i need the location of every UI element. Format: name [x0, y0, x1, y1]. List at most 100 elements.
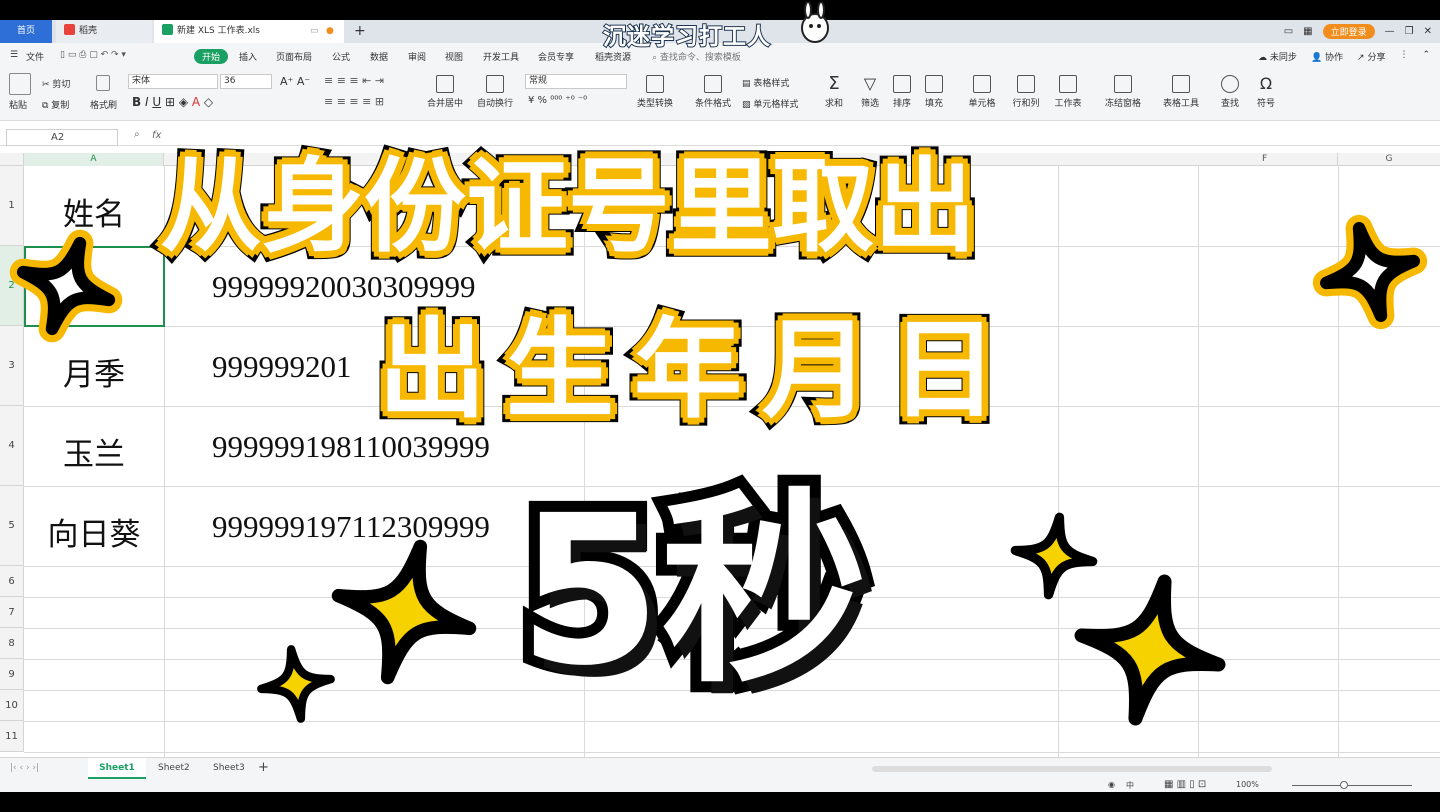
sheet-tab-2[interactable]: Sheet2	[158, 763, 190, 773]
merge-center-button[interactable]: 合并居中	[422, 75, 468, 109]
number-format-select[interactable]: 常规	[525, 74, 627, 89]
minimize-icon[interactable]: —	[1385, 26, 1395, 37]
zoom-slider-thumb[interactable]	[1340, 781, 1348, 789]
apps-icon[interactable]: ▦	[1303, 26, 1312, 37]
conditional-format-label: 条件格式	[694, 99, 731, 109]
name-box[interactable]: A2	[6, 129, 118, 146]
menu-dev-tools[interactable]: 开发工具	[483, 50, 519, 63]
menu-data[interactable]: 数据	[370, 50, 388, 63]
font-grow-shrink[interactable]: A⁺ A⁻	[280, 75, 310, 88]
cell-style-button[interactable]: ▧ 单元格样式	[742, 97, 798, 110]
align-top-buttons[interactable]: ≡ ≡ ≡ ⇤ ⇥	[324, 74, 384, 87]
tab-document[interactable]: 新建 XLS 工作表.xls ▭ ●	[154, 20, 344, 43]
column-header-f[interactable]: F	[1198, 153, 1338, 166]
menu-start[interactable]: 开始	[194, 49, 229, 64]
zoom-search-icon[interactable]: ⌕	[134, 129, 140, 140]
cell-a1[interactable]: 姓名	[24, 189, 164, 234]
font-style-buttons[interactable]: B I U ⊞ ◈ A ◇	[132, 95, 213, 109]
spreadsheet-app: 首页 稻壳 新建 XLS 工作表.xls ▭ ● + ▭ ▦ 立即登录 — ❐ …	[0, 0, 1440, 812]
conditional-format-button[interactable]: 条件格式	[690, 75, 736, 109]
menu-file[interactable]: 文件	[26, 50, 44, 63]
menu-daoke-resources[interactable]: 稻壳资源	[595, 50, 631, 63]
fill-button[interactable]: 填充	[914, 75, 954, 109]
view-mode-buttons[interactable]: ▦ ▥ ▯ ⊡	[1164, 779, 1206, 790]
maximize-icon[interactable]: ❐	[1405, 26, 1414, 37]
share-button[interactable]: ↗ 分享	[1357, 50, 1385, 63]
column-header-g[interactable]: G	[1338, 153, 1440, 166]
command-search[interactable]: ⌕ 查找命令、搜索模板	[652, 50, 741, 63]
eye-icon[interactable]: ◉	[1108, 780, 1115, 789]
sum-button[interactable]: Σ 求和	[814, 75, 854, 110]
font-select[interactable]: 宋体	[128, 74, 218, 89]
worksheet-button[interactable]: 工作表	[1046, 75, 1090, 109]
row-header-7[interactable]: 7	[0, 597, 24, 628]
paste-icon[interactable]	[9, 73, 31, 95]
format-painter-icon[interactable]	[96, 75, 110, 91]
cell-b4[interactable]: 999999198110039999	[212, 429, 490, 465]
row-header-3[interactable]: 3	[0, 326, 24, 406]
copy-button[interactable]: ⧉ 复制	[42, 98, 69, 111]
login-button[interactable]: 立即登录	[1322, 24, 1375, 39]
row-header-1[interactable]: 1	[0, 166, 24, 246]
row-header-8[interactable]: 8	[0, 628, 24, 659]
window-restore-icon[interactable]: ▭	[310, 20, 319, 43]
wrap-text-button[interactable]: 自动换行	[472, 75, 518, 109]
menu-review[interactable]: 审阅	[408, 50, 426, 63]
tab-home[interactable]: 首页	[0, 20, 52, 43]
font-size-select[interactable]: 36	[220, 74, 272, 89]
collapse-icon[interactable]: ⌃	[1422, 50, 1430, 63]
format-painter-button[interactable]: 格式刷	[90, 98, 117, 111]
number-buttons[interactable]: ¥ % ⁰⁰⁰ ⁺⁰ ⁻⁰	[528, 95, 587, 106]
collab-button[interactable]: 👤 协作	[1311, 50, 1343, 63]
row-col-button[interactable]: 行和列	[1004, 75, 1048, 109]
fx-button[interactable]: fx	[152, 130, 161, 141]
horizontal-scrollbar[interactable]	[872, 766, 1272, 772]
cell-a4[interactable]: 玉兰	[24, 429, 164, 474]
row-header-10[interactable]: 10	[0, 690, 24, 721]
ime-indicator[interactable]: 中	[1126, 780, 1134, 791]
find-button[interactable]: 查找	[1210, 75, 1250, 109]
row-header-4[interactable]: 4	[0, 406, 24, 486]
row-header-2[interactable]: 2	[0, 246, 24, 326]
column-header-a[interactable]: A	[24, 153, 164, 166]
quick-access-icons[interactable]: ▯ ▭ ⎙ ▢ ↶ ↷ ▾	[60, 50, 126, 60]
menu-page-layout[interactable]: 页面布局	[276, 50, 312, 63]
worksheet-grid[interactable]: A F G 1 2 3 4 5 6 7 8 9 10 11 姓名 月季 玉兰 向…	[0, 147, 1440, 757]
type-convert-button[interactable]: 类型转换	[630, 75, 680, 109]
zoom-level[interactable]: 100%	[1236, 780, 1259, 789]
more-icon[interactable]: ⋮	[1399, 50, 1408, 63]
row-header-6[interactable]: 6	[0, 566, 24, 597]
menu-formula[interactable]: 公式	[332, 50, 350, 63]
symbol-button[interactable]: Ω 符号	[1246, 75, 1286, 110]
tab-daoke[interactable]: 稻壳	[56, 20, 152, 43]
zoom-slider[interactable]	[1292, 785, 1412, 786]
cell-b5[interactable]: 999999197112309999	[212, 509, 490, 545]
paste-button[interactable]: 粘贴	[9, 98, 27, 111]
add-sheet-button[interactable]: +	[258, 760, 269, 775]
table-tools-button[interactable]: 表格工具	[1156, 75, 1206, 109]
freeze-panes-button[interactable]: 冻结窗格	[1098, 75, 1148, 109]
table-style-button[interactable]: ▤ 表格样式	[742, 76, 789, 89]
layout-icon[interactable]: ▭	[1284, 26, 1293, 37]
sheet-tab-1[interactable]: Sheet1	[88, 758, 146, 779]
menu-view[interactable]: 视图	[445, 50, 463, 63]
hamburger-icon[interactable]: ☰	[10, 50, 18, 60]
cell-b2[interactable]: 99999920030309999	[212, 269, 476, 305]
cell-button[interactable]: 单元格	[962, 75, 1002, 109]
new-tab-button[interactable]: +	[346, 20, 366, 43]
menu-member[interactable]: 会员专享	[538, 50, 574, 63]
cut-button[interactable]: ✂ 剪切	[42, 77, 70, 90]
align-horizontal-buttons[interactable]: ≡ ≡ ≡ ≡ ⊞	[324, 95, 384, 108]
close-icon[interactable]: ✕	[1424, 26, 1432, 37]
cell-b3[interactable]: 999999201	[212, 349, 352, 385]
cell-a5[interactable]: 向日葵	[24, 509, 164, 554]
row-header-9[interactable]: 9	[0, 659, 24, 690]
row-header-5[interactable]: 5	[0, 486, 24, 566]
row-header-11[interactable]: 11	[0, 721, 24, 752]
unsynced-button[interactable]: ☁ 未同步	[1258, 50, 1297, 63]
cell-a3[interactable]: 月季	[24, 349, 164, 394]
sheet-nav-arrows[interactable]: |‹ ‹ › ›|	[10, 763, 39, 773]
menu-insert[interactable]: 插入	[239, 50, 257, 63]
sheet-tab-3[interactable]: Sheet3	[213, 763, 245, 773]
select-all-corner[interactable]	[0, 153, 24, 166]
